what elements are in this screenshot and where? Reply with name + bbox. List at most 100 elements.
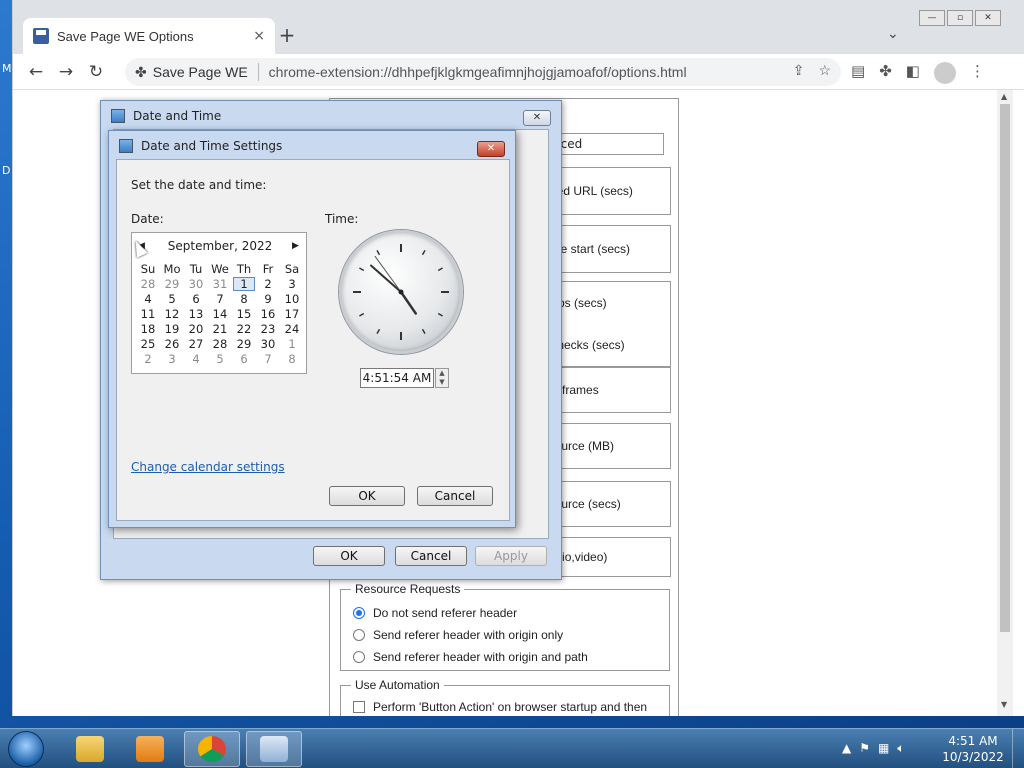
taskbar-clock[interactable]: 4:51 AM 10/3/2022 [940,733,1006,765]
show-desktop-button[interactable] [1012,729,1024,768]
scroll-down-icon[interactable]: ▼ [1001,700,1007,709]
calendar-day[interactable]: 23 [256,321,280,336]
ok-button[interactable]: OK [329,486,405,506]
spin-down-icon[interactable]: ▼ [436,378,448,387]
new-tab-button[interactable]: + [275,24,299,48]
calendar-day[interactable]: 27 [184,336,208,351]
calendar-day[interactable]: 11 [136,306,160,321]
address-bar[interactable]: ✤ Save Page WE chrome-extension://dhhpef… [125,58,841,86]
taskbar-date-time[interactable] [246,731,302,767]
close-window-button[interactable]: ✕ [975,10,1001,26]
calendar-day[interactable]: 29 [160,276,184,291]
calendar-day[interactable]: 15 [232,306,256,321]
calendar-day[interactable]: 24 [280,321,304,336]
calendar-day[interactable]: 29 [232,336,256,351]
minimize-button[interactable]: — [919,10,945,26]
time-input[interactable]: 4:51:54 AM [360,368,434,388]
reload-button[interactable]: ↻ [81,62,111,82]
calendar-day[interactable]: 8 [232,291,256,306]
page-scrollbar[interactable]: ▲ ▼ [997,90,1013,716]
taskbar-chrome[interactable] [184,731,240,767]
calendar-day[interactable]: 19 [160,321,184,336]
calendar-day[interactable]: 5 [208,351,232,366]
flag-icon[interactable]: ⚑ [859,741,870,756]
calendar-day[interactable]: 25 [136,336,160,351]
calendar-day[interactable]: 2 [136,351,160,366]
apply-button[interactable]: Apply [475,546,547,566]
start-button[interactable] [8,731,44,767]
calendar-day[interactable]: 5 [160,291,184,306]
calendar-day[interactable]: 12 [160,306,184,321]
cancel-button[interactable]: Cancel [395,546,467,566]
volume-icon[interactable]: 🔈︎ [897,741,904,756]
network-icon[interactable]: ▦ [878,741,889,756]
radio-selected-icon[interactable] [353,607,365,619]
calendar-day[interactable]: 31 [208,276,232,291]
calendar-day[interactable]: 28 [136,276,160,291]
spin-up-icon[interactable]: ▲ [436,369,448,378]
scroll-up-icon[interactable]: ▲ [1001,92,1007,101]
calendar-day[interactable]: 10 [280,291,304,306]
taskbar-explorer[interactable] [62,731,118,767]
tab-options[interactable]: Save Page WE Options × [23,18,275,54]
calendar-day[interactable]: 18 [136,321,160,336]
tab-search-icon[interactable]: ⌄ [887,26,899,42]
taskbar-media-player[interactable] [122,731,178,767]
dialog-close-button[interactable]: ✕ [523,110,551,126]
calendar-day[interactable]: 7 [256,351,280,366]
calendar-day[interactable]: 9 [256,291,280,306]
calendar-day[interactable]: 2 [256,276,280,291]
radio-referer-origin[interactable]: Send referer header with origin only [341,624,669,646]
profile-avatar[interactable] [933,62,956,84]
radio-icon[interactable] [353,629,365,641]
calendar-day[interactable]: 22 [232,321,256,336]
calendar-day[interactable]: 17 [280,306,304,321]
calendar-day[interactable]: 4 [136,291,160,306]
forward-button[interactable]: → [51,62,81,82]
calendar-day[interactable]: 16 [256,306,280,321]
tab-advanced[interactable]: nced [548,133,664,155]
calendar-day[interactable]: 1 [280,336,304,351]
calendar-day[interactable]: 7 [208,291,232,306]
save-extension-icon[interactable]: ▤ [851,62,865,84]
calendar-day[interactable]: 30 [256,336,280,351]
calendar-day[interactable]: 21 [208,321,232,336]
ok-button[interactable]: OK [313,546,385,566]
url-text[interactable]: chrome-extension://dhhpefjklgkmgeafimnjh… [269,64,687,80]
share-icon[interactable]: ⇪ [793,62,805,79]
next-month-icon[interactable]: ▶ [292,241,299,251]
calendar-day[interactable]: 28 [208,336,232,351]
change-calendar-settings-link[interactable]: Change calendar settings [131,460,285,474]
radio-icon[interactable] [353,651,365,663]
calendar-day[interactable]: 30 [184,276,208,291]
radio-referer-path[interactable]: Send referer header with origin and path [341,646,669,668]
calendar-day[interactable]: 6 [232,351,256,366]
dialog-close-button[interactable]: ✕ [477,141,505,157]
automation-checkbox-row[interactable]: Perform 'Button Action' on browser start… [341,696,669,716]
calendar-day[interactable]: 13 [184,306,208,321]
calendar-day[interactable]: 14 [208,306,232,321]
calendar-day[interactable]: 3 [160,351,184,366]
side-panel-icon[interactable]: ◧ [906,62,920,84]
calendar-day[interactable]: 3 [280,276,304,291]
star-icon[interactable]: ☆ [818,62,831,79]
calendar-day[interactable]: 26 [160,336,184,351]
cancel-button[interactable]: Cancel [417,486,493,506]
tray-expand-icon[interactable]: ▲ [842,741,851,756]
maximize-button[interactable]: ▫ [947,10,973,26]
calendar-day[interactable]: 8 [280,351,304,366]
menu-icon[interactable]: ⋮ [970,62,985,84]
back-button[interactable]: ← [21,62,51,82]
desktop-icon-label: M [2,62,12,75]
tab-close-icon[interactable]: × [253,28,265,44]
radio-referer-none[interactable]: Do not send referer header [341,602,669,624]
calendar-day[interactable]: 1 [232,276,256,291]
checkbox[interactable] [353,701,365,713]
calendar-day[interactable]: 4 [184,351,208,366]
extensions-icon[interactable]: ✤ [879,62,892,84]
scrollbar-thumb[interactable] [1000,104,1010,632]
calendar-day[interactable]: 20 [184,321,208,336]
time-spinner[interactable]: ▲ ▼ [435,368,449,388]
calendar-month[interactable]: September, 2022 [132,237,308,255]
calendar-day[interactable]: 6 [184,291,208,306]
